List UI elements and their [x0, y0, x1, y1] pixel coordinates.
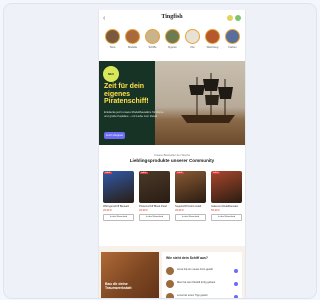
- community-panel-title: Wie sieht dein Schiff aus?: [166, 256, 208, 260]
- community-panel: Wie sieht dein Schiff aus? Anna hat ein …: [162, 252, 242, 298]
- product-image[interactable]: SALE: [175, 171, 206, 203]
- sale-badge: SALE: [140, 172, 148, 174]
- story-label: Figuren: [168, 46, 177, 49]
- product-price: 49,99 €: [139, 209, 148, 212]
- community-row[interactable]: Max hat sein Modell fertig gebaut: [166, 279, 238, 289]
- story-avatar: [185, 29, 200, 44]
- story-item[interactable]: Modelle: [125, 29, 140, 49]
- unread-dot-icon: [234, 269, 238, 273]
- section-kicker: Unsere Bestseller der Woche: [153, 153, 191, 157]
- unread-dot-icon: [234, 295, 238, 298]
- community-row-text: Lena hat einen Tipp geteilt: [177, 294, 208, 297]
- cart-icon[interactable]: [235, 15, 241, 21]
- avatar: [166, 280, 174, 288]
- product-image[interactable]: SALE: [139, 171, 170, 203]
- story-item[interactable]: Schiffe: [145, 29, 160, 49]
- story-item[interactable]: Werkzeug: [205, 29, 220, 49]
- community-section: Bau dir deine Traumwerkstatt Wie sieht d…: [99, 246, 245, 298]
- add-to-cart-button[interactable]: In den Warenkorb: [103, 214, 134, 221]
- product-name[interactable]: Segelschiff Holzmodell: [175, 205, 206, 208]
- story-label: Werkzeug: [206, 46, 219, 49]
- unread-dot-icon: [234, 282, 238, 286]
- community-row[interactable]: Anna hat ein neues Foto geteilt: [166, 266, 238, 276]
- product-price: 39,99 €: [175, 209, 184, 212]
- shop-now-button[interactable]: Jetzt shoppen: [104, 132, 125, 139]
- story-item[interactable]: Figuren: [165, 29, 180, 49]
- community-image-text: Bau dir deine Traumwerkstatt: [105, 282, 132, 290]
- community-row-text: Max hat sein Modell fertig gebaut: [177, 281, 216, 284]
- story-avatar: [105, 29, 120, 44]
- story-label: Modelle: [127, 46, 138, 49]
- product-card[interactable]: SALE Galeone Modellbausatz 59,99 € In den W…: [211, 171, 242, 221]
- story-avatar: [165, 29, 180, 44]
- add-to-cart-button[interactable]: In den Warenkorb: [175, 214, 206, 221]
- product-card[interactable]: SALE Wikingerschiff Bausatz 29,99 € In den …: [103, 171, 134, 221]
- story-avatar: [125, 29, 140, 44]
- product-image[interactable]: SALE: [103, 171, 134, 203]
- product-name[interactable]: Wikingerschiff Bausatz: [103, 205, 134, 208]
- avatar: [166, 293, 174, 298]
- story-avatar: [205, 29, 220, 44]
- community-row-text: Anna hat ein neues Foto geteilt: [177, 268, 213, 271]
- add-to-cart-button[interactable]: In den Warenkorb: [211, 214, 242, 221]
- avatar: [166, 267, 174, 275]
- add-to-cart-button[interactable]: In den Warenkorb: [139, 214, 170, 221]
- product-image[interactable]: SALE: [211, 171, 242, 203]
- story-avatar: [225, 29, 240, 44]
- story-item[interactable]: Farben: [225, 29, 240, 49]
- category-stories: Tiere Modelle Schiffe Figuren Kits Werkzeug Fa…: [101, 29, 243, 55]
- hero-title: Zeit für dein eigenes Piratenschiff!: [104, 83, 149, 105]
- ship-image: [181, 73, 235, 123]
- community-image[interactable]: Bau dir deine Traumwerkstatt: [101, 252, 159, 298]
- preview-card: ‹ Tingfish Tiere Modelle Schiffe Figuren Kit…: [3, 3, 317, 299]
- product-name[interactable]: Galeone Modellbausatz: [211, 205, 242, 208]
- sale-badge: SALE: [176, 172, 184, 174]
- product-name[interactable]: Piratenschiff Black Pearl: [139, 205, 170, 208]
- hero-subtitle: Entdecke jetzt unsere Modellbausätze für…: [104, 110, 164, 118]
- sale-badge: SALE: [104, 172, 112, 174]
- product-card[interactable]: SALE Piratenschiff Black Pearl 49,99 € In d…: [139, 171, 170, 221]
- search-icon[interactable]: [227, 15, 233, 21]
- section-title: Lieblingsprodukte unserer Community: [129, 158, 215, 163]
- new-badge: NEU: [103, 66, 119, 82]
- story-avatar: [145, 29, 160, 44]
- story-label: Kits: [190, 46, 195, 49]
- product-price: 59,99 €: [211, 209, 220, 212]
- product-card[interactable]: SALE Segelschiff Holzmodell 39,99 € In den …: [175, 171, 206, 221]
- story-label: Tiere: [109, 46, 116, 49]
- sale-badge: SALE: [212, 172, 220, 174]
- product-carousel: SALE Wikingerschiff Bausatz 29,99 € In den …: [103, 171, 243, 237]
- hero-banner: NEU Zeit für dein eigenes Piratenschiff!…: [99, 61, 245, 145]
- story-label: Schiffe: [148, 46, 157, 49]
- story-item[interactable]: Kits: [185, 29, 200, 49]
- story-label: Farben: [228, 46, 237, 49]
- top-bar: ‹ Tingfish: [99, 10, 245, 30]
- community-row[interactable]: Lena hat einen Tipp geteilt: [166, 292, 238, 298]
- product-price: 29,99 €: [103, 209, 112, 212]
- page-preview: ‹ Tingfish Tiere Modelle Schiffe Figuren Kit…: [98, 10, 246, 298]
- brand-logo[interactable]: Tingfish: [99, 14, 245, 20]
- story-item[interactable]: Tiere: [105, 29, 120, 49]
